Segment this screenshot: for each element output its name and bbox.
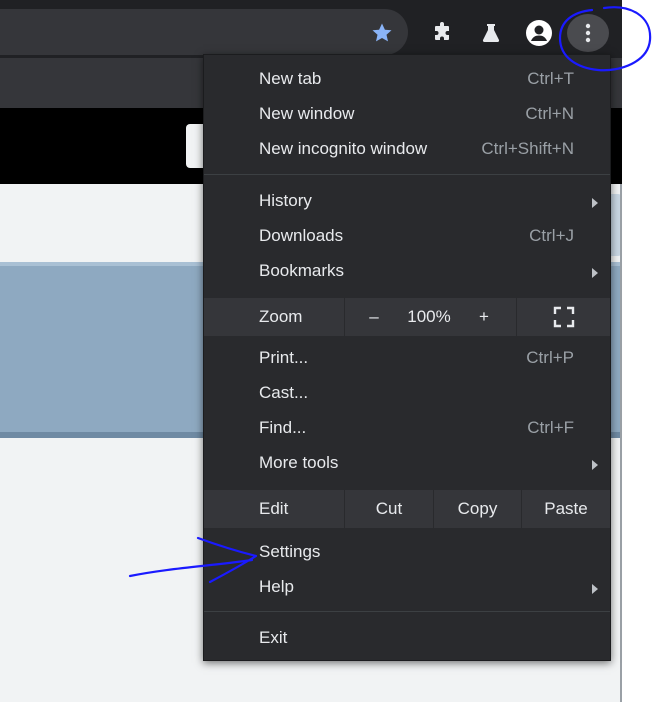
- three-dot-menu-icon[interactable]: [567, 14, 609, 52]
- profile-avatar-icon[interactable]: [524, 18, 554, 48]
- submenu-arrow-icon: [592, 268, 598, 278]
- menu-item-label: New window: [259, 104, 355, 123]
- zoom-level: 100%: [407, 307, 451, 326]
- edit-label: Edit: [259, 499, 289, 518]
- puzzle-piece-icon[interactable]: [427, 18, 457, 48]
- menu-item-help[interactable]: Help: [204, 571, 610, 605]
- menu-item-cast[interactable]: Cast...: [204, 377, 610, 411]
- menu-item-label: Cast...: [259, 383, 309, 402]
- submenu-arrow-icon: [592, 460, 598, 470]
- menu-item-label: Settings: [259, 542, 321, 561]
- zoom-row: Zoom – 100% +: [204, 298, 610, 336]
- menu-item-label: Print...: [259, 348, 309, 367]
- menu-item-shortcut: Ctrl+T: [527, 69, 574, 88]
- menu-item-new-window[interactable]: New window Ctrl+N: [204, 98, 610, 132]
- menu-item-new-tab[interactable]: New tab Ctrl+T: [204, 63, 610, 97]
- copy-button[interactable]: Copy: [434, 490, 521, 528]
- zoom-out-button[interactable]: –: [354, 298, 394, 336]
- menu-separator: [204, 174, 610, 175]
- flask-icon[interactable]: [476, 18, 506, 48]
- menu-item-label: Find...: [259, 418, 307, 437]
- menu-item-find[interactable]: Find... Ctrl+F: [204, 412, 610, 446]
- menu-item-more-tools[interactable]: More tools: [204, 447, 610, 481]
- menu-item-label: Help: [259, 577, 294, 596]
- menu-item-shortcut: Ctrl+Shift+N: [481, 139, 574, 158]
- zoom-label: Zoom: [259, 307, 303, 326]
- submenu-arrow-icon: [592, 198, 598, 208]
- menu-item-shortcut: Ctrl+P: [526, 348, 574, 367]
- menu-item-downloads[interactable]: Downloads Ctrl+J: [204, 220, 610, 254]
- menu-item-label: Bookmarks: [259, 261, 345, 280]
- divider: [344, 298, 345, 336]
- menu-item-print[interactable]: Print... Ctrl+P: [204, 342, 610, 376]
- paste-button[interactable]: Paste: [522, 490, 610, 528]
- zoom-in-button[interactable]: +: [464, 298, 504, 336]
- address-bar[interactable]: [0, 9, 408, 55]
- menu-separator: [204, 611, 610, 612]
- cut-button[interactable]: Cut: [345, 490, 433, 528]
- menu-item-settings[interactable]: Settings: [204, 536, 610, 570]
- menu-item-shortcut: Ctrl+F: [527, 418, 574, 437]
- menu-item-bookmarks[interactable]: Bookmarks: [204, 255, 610, 289]
- bookmark-star-icon[interactable]: [367, 18, 397, 48]
- window-edge: [620, 184, 622, 702]
- menu-item-label: Downloads: [259, 226, 344, 245]
- menu-item-label: History: [259, 191, 312, 210]
- chrome-main-menu: New tab Ctrl+T New window Ctrl+N New inc…: [203, 54, 611, 661]
- fullscreen-icon[interactable]: [517, 298, 610, 336]
- menu-item-label: New incognito window: [259, 139, 428, 158]
- menu-item-exit[interactable]: Exit: [204, 622, 610, 656]
- menu-item-new-incognito-window[interactable]: New incognito window Ctrl+Shift+N: [204, 133, 610, 167]
- edit-row: Edit Cut Copy Paste: [204, 490, 610, 528]
- menu-item-label: More tools: [259, 453, 339, 472]
- menu-item-history[interactable]: History: [204, 185, 610, 219]
- menu-item-shortcut: Ctrl+N: [525, 104, 574, 123]
- submenu-arrow-icon: [592, 584, 598, 594]
- menu-item-shortcut: Ctrl+J: [529, 226, 574, 245]
- menu-item-label: New tab: [259, 69, 322, 88]
- menu-item-label: Exit: [259, 628, 288, 647]
